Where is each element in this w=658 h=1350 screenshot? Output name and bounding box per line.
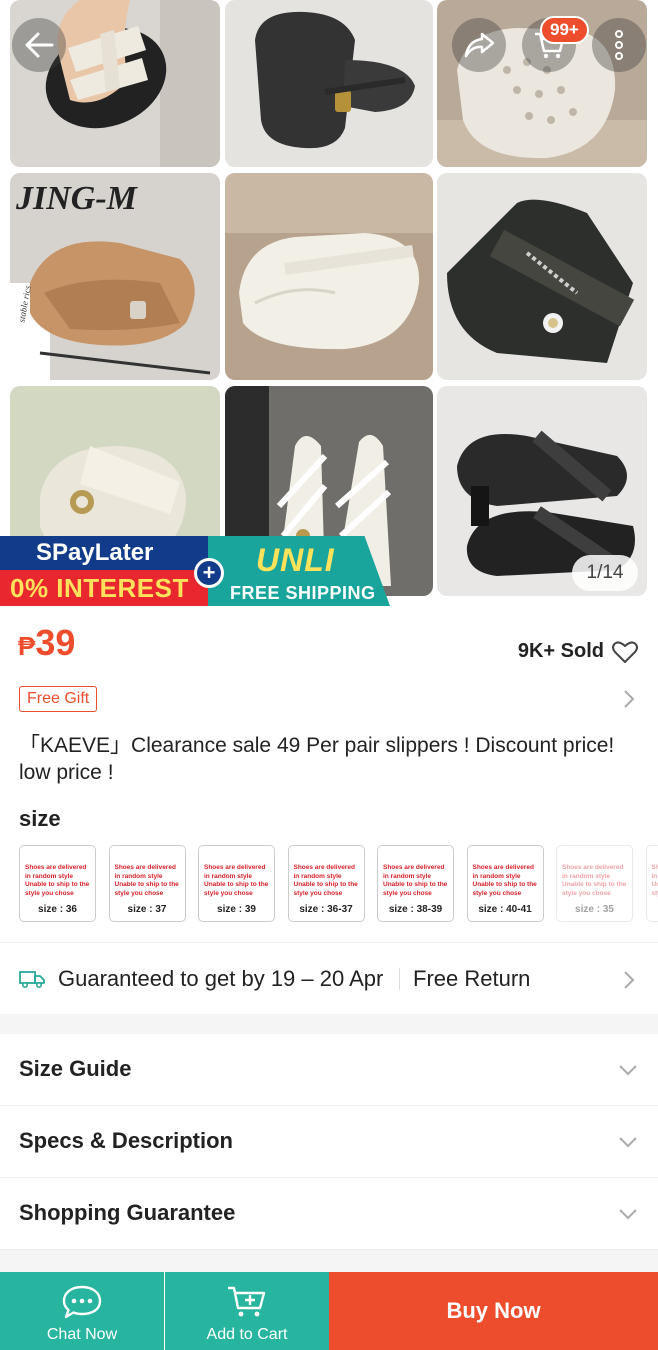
section-gap <box>0 1250 658 1272</box>
currency-symbol: ₱ <box>18 631 36 661</box>
size-note: Shoes are delivered in random style Unab… <box>25 864 90 897</box>
free-return: Free Return <box>413 966 531 991</box>
gallery-image-6[interactable] <box>437 173 647 380</box>
image-counter: 1/14 <box>572 555 638 591</box>
size-note: Shoes are delivered in random style Unab… <box>562 864 627 897</box>
size-label: size : 37 <box>127 904 167 915</box>
add-to-cart-button[interactable]: Add to Cart <box>165 1272 329 1350</box>
chevron-right-icon <box>624 690 635 708</box>
free-gift-chevron[interactable] <box>622 689 636 714</box>
cart-add-icon <box>228 1286 266 1317</box>
like-button[interactable] <box>612 640 638 669</box>
free-shipping-banner: UNLI FREE SHIPPING <box>208 536 390 606</box>
shipping-row[interactable]: Guaranteed to get by 19 – 20 Apr Free Re… <box>0 944 658 1014</box>
plus-icon: + <box>194 558 224 588</box>
size-label: size : 36 <box>38 904 77 915</box>
back-button[interactable] <box>12 18 66 72</box>
size-label: size : 40-41 <box>478 904 532 915</box>
gallery-image-4[interactable]: JING-M stable rics <box>10 173 220 380</box>
size-option[interactable]: Shoes are delivered in random style Unab… <box>198 845 275 922</box>
paylater-label: SPayLater <box>0 536 208 570</box>
divider <box>0 942 658 943</box>
chevron-down-icon <box>619 1137 637 1148</box>
size-guide-section[interactable]: Size Guide <box>0 1034 658 1106</box>
size-note: Shoes are delivered in random style Unab… <box>204 864 269 897</box>
add-to-cart-label: Add to Cart <box>206 1326 288 1343</box>
section-gap <box>0 1014 658 1034</box>
size-note: Shoes are delivered in random style Unab… <box>114 864 179 897</box>
product-price: ₱39 <box>18 622 75 664</box>
size-note: Shoes are delivered in random style Unab… <box>472 864 537 897</box>
size-label: size : 39 <box>217 904 256 915</box>
share-icon <box>464 32 495 58</box>
buy-now-button[interactable]: Buy Now <box>329 1272 658 1350</box>
more-icon <box>615 30 623 60</box>
size-label: size : 36-37 <box>299 904 353 915</box>
size-option-partial[interactable]: Shoes are delivered in random style Unab… <box>645 845 658 922</box>
heart-icon <box>612 641 638 663</box>
chevron-down-icon <box>619 1209 637 1220</box>
size-note: Shoes are delivered in random style Unab… <box>293 864 358 897</box>
back-arrow-icon <box>25 32 54 58</box>
chevron-down-icon <box>619 1065 637 1076</box>
size-options: Shoes are delivered in random style Unab… <box>19 845 658 923</box>
size-label: size : 35 <box>575 904 614 915</box>
size-option[interactable]: Shoes are delivered in random style Unab… <box>19 845 96 922</box>
delivery-guarantee: Guaranteed to get by 19 – 20 Apr <box>58 966 384 991</box>
size-note: Shoes are delivered in random style Unab… <box>383 864 448 897</box>
divider <box>399 968 400 990</box>
chat-icon <box>62 1285 102 1319</box>
gallery-image-2[interactable] <box>225 0 433 167</box>
size-heading: size <box>19 806 61 831</box>
cart-count-badge: 99+ <box>540 16 589 44</box>
gallery-watermark: JING-M <box>15 180 139 217</box>
truck-icon <box>19 971 45 989</box>
gallery-image-5[interactable] <box>225 173 433 380</box>
sold-count: 9K+ Sold <box>517 640 604 662</box>
interest-label: 0% INTEREST <box>0 570 208 606</box>
chat-now-label: Chat Now <box>46 1326 118 1343</box>
price-value: 39 <box>35 622 76 663</box>
product-image-gallery[interactable]: JING-M stable rics 99+ SPayLater 0% INTE… <box>0 0 658 606</box>
size-note: Shoes are delivered in random style Unab… <box>651 864 658 897</box>
chat-now-button[interactable]: Chat Now <box>0 1272 164 1350</box>
size-option[interactable]: Shoes are delivered in random style Unab… <box>287 845 365 922</box>
specs-label: Specs & Description <box>19 1128 233 1153</box>
bottom-action-bar: Chat Now Add to Cart Buy Now <box>0 1272 658 1350</box>
share-button[interactable] <box>452 18 506 72</box>
size-option[interactable]: Shoes are delivered in random style Unab… <box>466 845 544 922</box>
shopping-guarantee-section[interactable]: Shopping Guarantee <box>0 1178 658 1250</box>
unli-label: UNLI <box>256 542 335 578</box>
more-options-button[interactable] <box>592 18 646 72</box>
specs-description-section[interactable]: Specs & Description <box>0 1106 658 1178</box>
size-option[interactable]: Shoes are delivered in random style Unab… <box>108 845 186 922</box>
promo-banner: SPayLater 0% INTEREST + UNLI FREE SHIPPI… <box>0 536 390 606</box>
size-label: size : 38-39 <box>388 904 443 915</box>
size-guide-label: Size Guide <box>19 1056 132 1081</box>
free-gift-tag[interactable]: Free Gift <box>19 686 98 712</box>
chevron-right-icon <box>624 971 635 989</box>
product-title: 「KAEVE」Clearance sale 49 Per pair slippe… <box>19 734 615 784</box>
size-option-unavailable[interactable]: Shoes are delivered in random style Unab… <box>556 845 633 922</box>
size-option[interactable]: Shoes are delivered in random style Unab… <box>377 845 454 922</box>
free-shipping-label: FREE SHIPPING <box>230 583 376 603</box>
shopping-guarantee-label: Shopping Guarantee <box>19 1200 236 1225</box>
